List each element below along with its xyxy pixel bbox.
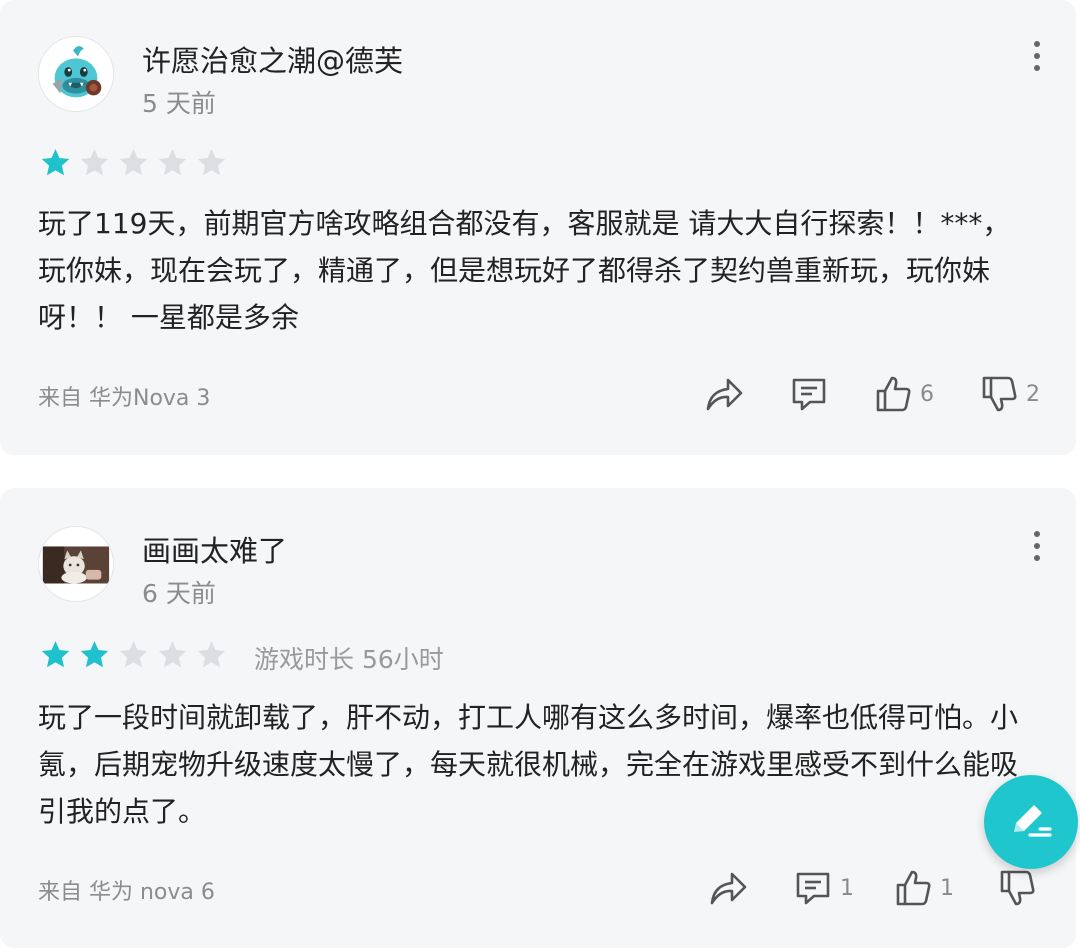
star-empty-icon: [119, 149, 148, 176]
star-rating: [40, 148, 227, 178]
star-filled-icon: [41, 149, 70, 176]
share-button[interactable]: [708, 869, 748, 907]
more-dot-icon: [1034, 531, 1040, 537]
device-info: 来自 华为Nova 3: [38, 386, 211, 411]
more-dot-icon: [1034, 65, 1040, 71]
review-content: 玩了119天，前期官方啥攻略组合都没有，客服就是 请大大自行探索！！***，玩你…: [38, 207, 1011, 334]
more-options-button[interactable]: [1020, 526, 1054, 566]
share-icon: [710, 872, 747, 905]
write-review-button[interactable]: [984, 775, 1078, 869]
dislike-button[interactable]: 2: [980, 375, 1040, 413]
star-empty-icon: [80, 149, 109, 176]
comment-count: 1: [840, 875, 854, 901]
star-empty-icon: [197, 149, 226, 176]
more-dot-icon: [1034, 53, 1040, 59]
review-card: 许愿治愈之潮@德芙 5 天前 玩了119天，前期官方啥攻略组合都没有，客服就是 …: [0, 0, 1076, 455]
post-time: 6 天前: [142, 579, 216, 608]
dislike-button[interactable]: [998, 869, 1044, 907]
like-button[interactable]: 1: [894, 869, 954, 907]
star-empty-icon: [158, 149, 187, 176]
more-dot-icon: [1034, 41, 1040, 47]
user-avatar[interactable]: [38, 36, 114, 112]
post-time: 5 天前: [142, 89, 216, 118]
thumbs-down-icon: [982, 376, 1017, 412]
share-button[interactable]: [704, 375, 744, 413]
like-button[interactable]: 6: [874, 375, 934, 413]
username[interactable]: 许愿治愈之潮@德芙: [142, 38, 403, 80]
thumbs-up-icon: [896, 870, 931, 906]
star-filled-icon: [41, 641, 70, 668]
star-empty-icon: [119, 641, 148, 668]
star-filled-icon: [80, 641, 109, 668]
playtime-label: 游戏时长 56小时: [254, 645, 444, 674]
star-empty-icon: [197, 641, 226, 668]
comment-icon: [792, 378, 826, 411]
review-card: 画画太难了 6 天前 游戏时长 56小时 玩了一段时间就卸载了，肝不动，打工人哪…: [0, 488, 1076, 948]
like-count: 1: [940, 875, 954, 901]
comment-button[interactable]: 1: [794, 869, 854, 907]
cat-photo-avatar-icon: [39, 527, 113, 601]
more-dot-icon: [1034, 555, 1040, 561]
share-icon: [706, 378, 743, 411]
like-count: 6: [920, 381, 934, 407]
username[interactable]: 画画太难了: [142, 528, 287, 570]
cartoon-monster-avatar-icon: [39, 37, 113, 111]
thumbs-down-icon: [1000, 870, 1035, 906]
more-dot-icon: [1034, 543, 1040, 549]
dislike-count: 2: [1026, 381, 1040, 407]
comment-button[interactable]: [790, 375, 836, 413]
star-empty-icon: [158, 641, 187, 668]
write-review-icon: [1014, 805, 1052, 837]
star-rating: [40, 640, 227, 670]
review-content: 玩了一段时间就卸载了，肝不动，打工人哪有这么多时间，爆率也低得可怕。小氪，后期宠…: [38, 701, 1019, 828]
thumbs-up-icon: [876, 376, 911, 412]
device-info: 来自 华为 nova 6: [38, 880, 215, 905]
more-options-button[interactable]: [1020, 36, 1054, 76]
comment-icon: [796, 872, 830, 905]
user-avatar[interactable]: [38, 526, 114, 602]
